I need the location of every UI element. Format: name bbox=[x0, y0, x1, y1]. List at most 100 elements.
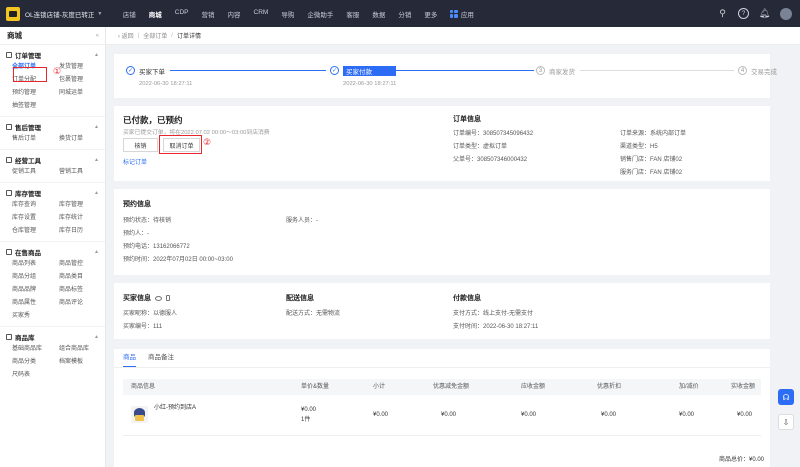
sidebar-group-header[interactable]: 库存管理 ▲ bbox=[0, 187, 105, 199]
nav-distribution[interactable]: 分销 bbox=[392, 9, 418, 19]
sidebar-item-product-groups[interactable]: 商品分组 bbox=[12, 271, 59, 284]
nav-service[interactable]: 客服 bbox=[340, 9, 366, 19]
payment-method: 支付方式：线上支付-无需支付 bbox=[453, 311, 534, 317]
headset-icon[interactable]: ☊ bbox=[778, 389, 794, 405]
order-status-card: 已付款，已预约 买家已提交订单，将在2022.07.02 00:00～03:00… bbox=[114, 106, 770, 181]
col-discount: 优惠折扣 bbox=[597, 384, 622, 390]
sidebar-item-stock-settings[interactable]: 库存设置 bbox=[12, 212, 59, 225]
reservation-person: 预约人：- bbox=[123, 231, 150, 237]
sidebar-item-product-brand[interactable]: 商品品牌 bbox=[12, 284, 59, 297]
nav-data[interactable]: 数据 bbox=[366, 9, 392, 19]
nav-content[interactable]: 内容 bbox=[221, 9, 247, 19]
download-icon[interactable]: ⇩ bbox=[778, 414, 794, 430]
nav-cdp[interactable]: CDP bbox=[168, 9, 195, 19]
sidebar-group-header[interactable]: 商品库 ▲ bbox=[0, 331, 105, 343]
mark-order-link[interactable]: 标记订单 bbox=[123, 157, 147, 166]
back-link[interactable]: ‹ 返回 bbox=[118, 31, 134, 40]
sidebar-item-product-category[interactable]: 商品类目 bbox=[59, 271, 106, 284]
shop-logo-icon[interactable] bbox=[6, 6, 20, 21]
payment-time: 支付时间：2022-06-30 18:27:11 bbox=[453, 324, 539, 330]
tab-products[interactable]: 商品 bbox=[123, 349, 136, 367]
sidebar-item-product-reviews[interactable]: 商品评论 bbox=[59, 297, 106, 310]
sidebar-item-marketing-tools[interactable]: 营销工具 bbox=[59, 166, 106, 179]
products-icon bbox=[6, 249, 12, 255]
sidebar-item-promo-tools[interactable]: 促销工具 bbox=[12, 166, 59, 179]
sidebar-item-stock-calendar[interactable]: 库存日历 bbox=[59, 225, 106, 238]
sidebar-item-product-attrs[interactable]: 商品属性 bbox=[12, 297, 59, 310]
step-shipping: 3 商家发货 bbox=[536, 66, 575, 76]
bell-icon[interactable]: 🔔︎ bbox=[759, 8, 770, 19]
sidebar-item-stock-query[interactable]: 库存查询 bbox=[12, 199, 59, 212]
sidebar-group-header[interactable]: 在售商品 ▲ bbox=[0, 246, 105, 258]
nav-mall[interactable]: 商城 bbox=[142, 9, 168, 19]
sidebar-group-header[interactable]: 经营工具 ▲ bbox=[0, 154, 105, 166]
verify-button[interactable]: 核销 bbox=[123, 138, 158, 152]
parent-order-number: 父单号：308507346000432 bbox=[453, 157, 528, 163]
sidebar-group-inventory: 库存管理 ▲ 库存查询 库存管理 库存设置 库存统计 仓库管理 库存日历 bbox=[0, 183, 105, 242]
product-thumbnail[interactable] bbox=[131, 406, 148, 423]
table-row: 小红-预约到店A ¥0.00 1件 ¥0.00 ¥0.00 ¥0.00 ¥0.0… bbox=[123, 396, 761, 436]
buyer-info-title: 买家信息 bbox=[123, 293, 170, 303]
sidebar-item-buyer-show[interactable]: 买家秀 bbox=[12, 310, 59, 323]
sidebar-item-warehouse[interactable]: 仓库管理 bbox=[12, 225, 59, 238]
avatar[interactable] bbox=[780, 7, 792, 20]
service-staff: 服务人员：- bbox=[286, 218, 319, 224]
sidebar-item-local-waybill[interactable]: 同城运单 bbox=[59, 87, 106, 100]
phone-icon[interactable] bbox=[166, 295, 170, 301]
apps-button[interactable]: 应用 bbox=[449, 9, 474, 19]
sidebar-item-combo-library[interactable]: 组合商品库 bbox=[59, 343, 106, 356]
order-progress-steps: ✓ 买家下单 2022-06-30 18:27:11 ✓ 买家付款 2022-0… bbox=[114, 54, 777, 98]
step-label: 交易完成 bbox=[751, 69, 777, 76]
sidebar-item-aftersale-orders[interactable]: 售后订单 bbox=[12, 133, 59, 146]
product-name[interactable]: 小红-预约到店A bbox=[154, 400, 196, 416]
reservation-phone: 预约电话：13162066772 bbox=[123, 244, 190, 250]
sidebar-group-products: 在售商品 ▲ 商品列表 商品管控 商品分组 商品类目 商品品牌 商品标签 商品属性… bbox=[0, 242, 105, 327]
col-price-qty: 单价&数量 bbox=[301, 384, 330, 390]
sidebar-item-lottery[interactable]: 抽签管理 bbox=[12, 100, 59, 113]
tab-product-notes[interactable]: 商品备注 bbox=[148, 349, 174, 367]
shop-name[interactable]: OL连锁店铺-灰度已转正 bbox=[25, 9, 94, 19]
sidebar-item-product-class[interactable]: 商品分类 bbox=[12, 356, 59, 369]
sidebar-item-base-library[interactable]: 基础商品库 bbox=[12, 343, 59, 356]
nav-store[interactable]: 店铺 bbox=[116, 9, 142, 19]
sidebar-item-archive-template[interactable]: 档案模板 bbox=[59, 356, 106, 369]
sidebar-item-product-control[interactable]: 商品管控 bbox=[59, 258, 106, 271]
sidebar-item-stock-manage[interactable]: 库存管理 bbox=[59, 199, 106, 212]
payment-info-title: 付款信息 bbox=[453, 295, 481, 302]
sidebar-group-header[interactable]: 售后管理 ▲ bbox=[0, 121, 105, 133]
annotation-box-all-orders bbox=[13, 67, 47, 82]
nav-wecom[interactable]: 企微助手 bbox=[301, 9, 340, 19]
order-status-title: 已付款，已预约 bbox=[123, 115, 183, 125]
step-number: 4 bbox=[738, 66, 747, 75]
nav-crm[interactable]: CRM bbox=[247, 9, 275, 19]
step-label: 商家发货 bbox=[549, 69, 575, 76]
sidebar-item-stock-stats[interactable]: 库存统计 bbox=[59, 212, 106, 225]
collapse-icon[interactable]: « bbox=[96, 33, 99, 39]
sidebar-item-shipping[interactable]: 发货管理 bbox=[59, 61, 106, 74]
breadcrumb-parent[interactable]: 全部订单 bbox=[143, 31, 167, 40]
nav-guide[interactable]: 导购 bbox=[275, 9, 301, 19]
product-table-header: 商品信息 单价&数量 小计 优惠减免金额 应收金额 优惠折扣 加/减价 实收金额 bbox=[123, 379, 761, 395]
nav-marketing[interactable]: 营销 bbox=[195, 9, 221, 19]
chevron-up-icon: ▲ bbox=[94, 124, 99, 130]
sidebar-item-product-list[interactable]: 商品列表 bbox=[12, 258, 59, 271]
sidebar-item-exchange-orders[interactable]: 换货订单 bbox=[59, 133, 106, 146]
sidebar-title: 商城 « bbox=[0, 27, 105, 45]
order-icon bbox=[6, 52, 12, 58]
sidebar-group-header[interactable]: 订单管理 ▲ bbox=[0, 49, 105, 61]
top-bar: OL连锁店铺-灰度已转正 ▼ 店铺 商城 CDP 营销 内容 CRM 导购 企微… bbox=[0, 0, 800, 27]
chevron-down-icon[interactable]: ▼ bbox=[97, 11, 102, 17]
nav-more[interactable]: 更多 bbox=[418, 9, 444, 19]
search-icon[interactable]: ⚲ bbox=[717, 8, 728, 19]
help-icon[interactable]: ? bbox=[738, 8, 749, 19]
delivery-method: 配送方式：无需物流 bbox=[286, 311, 341, 317]
sidebar-item-reservations[interactable]: 预约管理 bbox=[12, 87, 59, 100]
apps-grid-icon bbox=[449, 9, 458, 18]
step-connector bbox=[170, 70, 326, 71]
sidebar-item-packages[interactable]: 包裹管理 bbox=[59, 74, 106, 87]
sidebar: 商城 « 订单管理 ▲ 全部订单 发货管理 订单分配 包裹管理 预约管理 同城运单… bbox=[0, 27, 106, 467]
sidebar-item-product-tags[interactable]: 商品标签 bbox=[59, 284, 106, 297]
col-received: 实收金额 bbox=[731, 384, 756, 390]
eye-icon[interactable] bbox=[155, 295, 162, 301]
sidebar-item-size-chart[interactable]: 尺码表 bbox=[12, 369, 59, 382]
